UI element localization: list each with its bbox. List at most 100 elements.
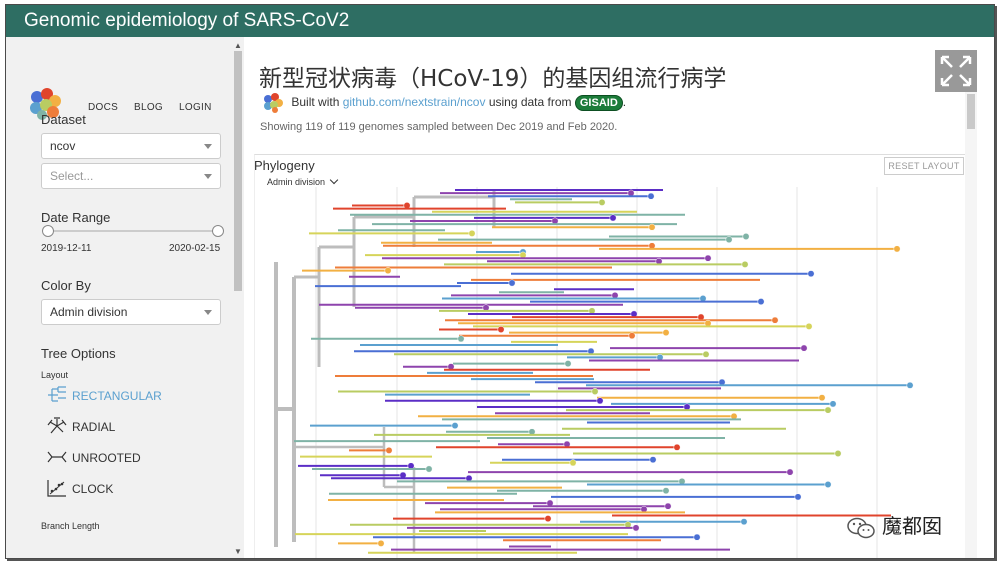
nextstrain-logo-small	[264, 93, 283, 113]
tree-tip	[385, 446, 393, 454]
tree-tip	[829, 400, 837, 408]
nav-blog[interactable]: BLOG	[134, 102, 163, 113]
color-by-title: Color By	[41, 278, 91, 293]
dataset-subselect[interactable]: Select...	[41, 163, 221, 189]
watermark: 魔都囡	[846, 510, 942, 538]
phylogeny-title: Phylogeny	[254, 158, 315, 173]
tree-tip	[457, 335, 465, 343]
tree-tip	[742, 233, 750, 240]
date-range-start: 2019-12-11	[41, 243, 92, 254]
unrooted-tree-icon	[47, 451, 67, 463]
tree-tip	[673, 443, 681, 451]
watermark-text: 魔都囡	[882, 516, 942, 538]
tree-tip	[740, 518, 748, 526]
tree-tip	[662, 329, 670, 337]
tree-tip	[564, 360, 572, 368]
scroll-up-icon[interactable]: ▲	[234, 41, 242, 50]
phylogeny-tree[interactable]	[264, 187, 954, 558]
tree-tip	[497, 326, 505, 333]
tree-trunk	[274, 262, 296, 547]
fullscreen-expand-icon[interactable]	[935, 50, 977, 92]
tree-tip	[628, 332, 636, 340]
expand-arrows-icon	[940, 55, 972, 87]
tree-tip	[725, 236, 733, 244]
dataset-select[interactable]: ncov	[41, 133, 221, 159]
main-panel: 新型冠状病毒（HCoV-19）的基因组流行病学 Built with githu…	[244, 37, 994, 558]
tree-tip	[702, 350, 710, 358]
clock-scatter-icon	[47, 480, 66, 497]
layout-radial-label: RADIAL	[72, 420, 116, 434]
tree-tip	[834, 450, 842, 457]
tree-tip	[649, 456, 657, 464]
tree-options-title: Tree Options	[41, 346, 116, 361]
tree-tip	[818, 394, 826, 402]
built-period: .	[622, 95, 627, 110]
radial-tree-icon	[47, 417, 67, 434]
built-with-line: Built with github.com/nextstrain/ncov us…	[262, 93, 626, 113]
tree-tip	[451, 422, 459, 430]
tree-tip	[757, 298, 765, 306]
page-title: 新型冠状病毒（HCoV-19）的基因组流行病学	[259, 66, 727, 92]
tree-tip	[384, 267, 392, 275]
tree-tip	[425, 465, 433, 473]
tree-tip	[805, 322, 813, 330]
dataset-value: ncov	[50, 139, 76, 153]
chevron-down-icon	[329, 175, 339, 185]
layout-clock-label: CLOCK	[72, 482, 114, 496]
tree-tip	[598, 198, 606, 206]
built-mid: using data from	[488, 95, 572, 110]
app-window: Genomic epidemiology of SARS-CoV2 DOCS B…	[5, 4, 995, 559]
tree-tip	[591, 388, 599, 395]
branch-length-label: Branch Length	[41, 521, 100, 531]
tree-tip	[807, 270, 815, 278]
date-range-end: 2020-02-15	[169, 243, 221, 254]
sidebar-scrollbar[interactable]: ▲ ▼	[232, 37, 244, 558]
gisaid-logo[interactable]: GISAID	[574, 95, 623, 111]
window-title: Genomic epidemiology of SARS-CoV2	[6, 5, 994, 37]
tree-tip	[377, 539, 385, 547]
color-dropdown[interactable]: Admin division	[267, 175, 339, 187]
tree-tip	[893, 245, 901, 253]
wechat-icon	[847, 517, 875, 538]
tree-tip	[662, 487, 670, 495]
tree-tip	[771, 316, 779, 324]
color-dropdown-label: Admin division	[267, 177, 326, 187]
tree-tip	[508, 279, 516, 287]
date-range-track[interactable]	[48, 230, 218, 232]
layout-label: Layout	[41, 370, 69, 380]
layout-unrooted-label: UNROOTED	[72, 451, 141, 465]
nav-docs[interactable]: DOCS	[88, 102, 118, 113]
tree-tip	[824, 481, 832, 488]
tree-tip	[664, 502, 672, 510]
tree-tip	[647, 192, 655, 200]
scroll-down-icon[interactable]: ▼	[234, 547, 242, 556]
nav-login[interactable]: LOGIN	[179, 102, 212, 113]
date-range-start-handle[interactable]	[42, 225, 54, 237]
dataset-subselect-placeholder: Select...	[50, 169, 94, 183]
tree-tip	[693, 533, 701, 541]
genome-count-text: Showing 119 of 119 genomes sampled betwe…	[260, 121, 618, 133]
tree-tip	[468, 229, 476, 237]
color-by-value: Admin division	[50, 305, 128, 319]
tree-tip	[632, 524, 640, 532]
sidebar: DOCS BLOG LOGIN Dataset ncov Select... D…	[6, 37, 244, 558]
sidebar-scroll-thumb[interactable]	[234, 51, 242, 291]
chevron-down-icon	[204, 310, 212, 315]
reset-layout-button[interactable]: RESET LAYOUT	[884, 157, 964, 175]
color-by-select[interactable]: Admin division	[41, 299, 221, 325]
date-range-end-handle[interactable]	[212, 225, 224, 237]
tree-tip	[786, 468, 794, 476]
main-scroll-thumb[interactable]	[967, 94, 975, 129]
tree-tip	[794, 493, 802, 501]
tree-tip	[544, 515, 552, 523]
tree-tip	[824, 406, 832, 414]
layout-rectangular-label: RECTANGULAR	[72, 389, 162, 403]
tree-tip	[648, 223, 656, 231]
main-scrollbar[interactable]	[965, 92, 977, 558]
built-prefix: Built with	[291, 95, 340, 110]
dataset-title: Dataset	[41, 112, 86, 127]
chevron-down-icon	[204, 144, 212, 149]
github-link[interactable]: github.com/nextstrain/ncov	[343, 95, 486, 109]
chevron-down-icon	[204, 174, 212, 179]
tree-tip	[596, 397, 604, 405]
